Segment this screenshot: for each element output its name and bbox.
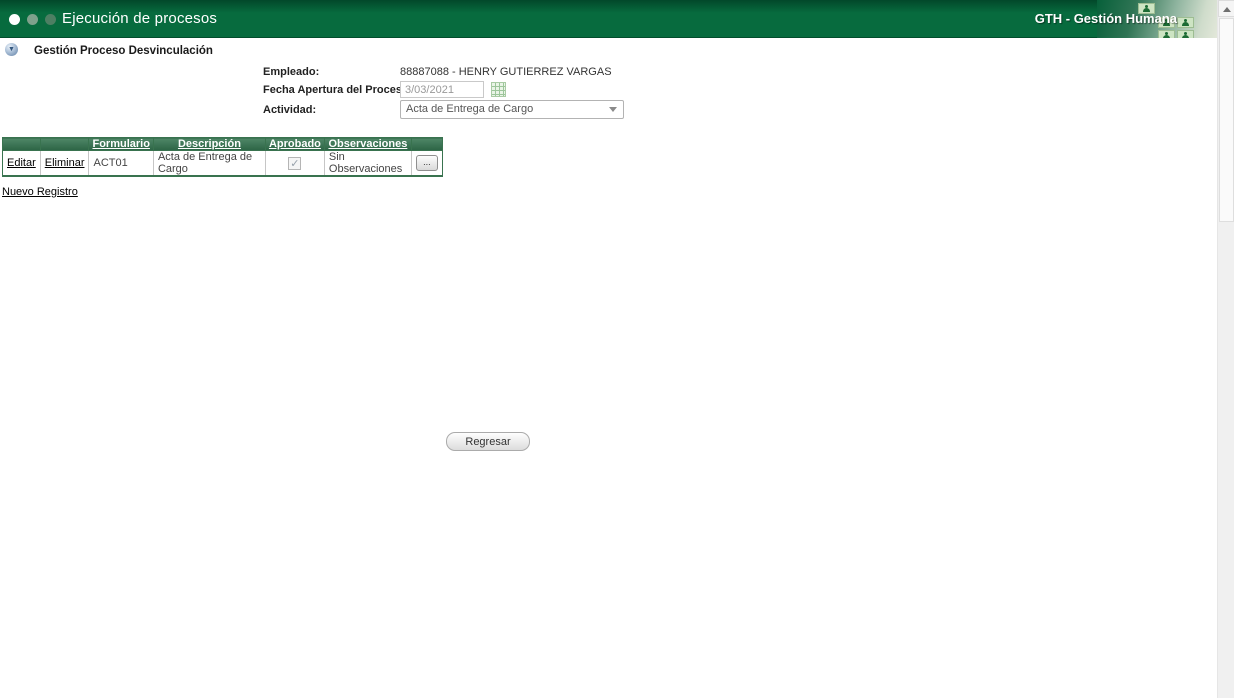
header-delete	[39, 137, 90, 151]
dot-icon-white	[9, 14, 20, 25]
eliminar-link[interactable]: Eliminar	[45, 157, 85, 169]
window-title: Ejecución de procesos	[62, 10, 218, 27]
header-observaciones[interactable]: Observaciones	[323, 137, 412, 151]
cell-observaciones: Sin Observaciones	[323, 150, 412, 177]
actividad-selected-value: Acta de Entrega de Cargo	[406, 103, 534, 115]
process-forms-table: Formulario Descripción Aprobado Observac…	[2, 137, 443, 177]
person-icon	[1177, 30, 1194, 38]
empleado-label: Empleado:	[263, 66, 320, 78]
cell-descripcion: Acta de Entrega de Cargo	[152, 150, 266, 177]
header-actions	[410, 137, 443, 151]
actividad-dropdown[interactable]: Acta de Entrega de Cargo	[400, 100, 624, 119]
down-arrow-orb-icon[interactable]: ▼	[5, 43, 18, 56]
header-formulario[interactable]: Formulario	[88, 137, 154, 151]
nuevo-registro-link[interactable]: Nuevo Registro	[2, 186, 78, 198]
dot-icon-dark-green	[45, 14, 56, 25]
editar-link[interactable]: Editar	[7, 157, 36, 169]
app-badge: GTH - Gestión Humana	[1034, 11, 1177, 26]
status-dots	[9, 14, 56, 25]
page-title: Gestión Proceso Desvinculación	[34, 45, 213, 57]
fecha-input[interactable]	[400, 81, 484, 98]
header-descripcion[interactable]: Descripción	[152, 137, 266, 151]
dot-icon-green	[27, 14, 38, 25]
header-aprobado[interactable]: Aprobado	[264, 137, 325, 151]
header-edit	[2, 137, 41, 151]
actividad-label: Actividad:	[263, 104, 317, 116]
top-header-bar: Ejecución de procesos GTH - Gestión Huma…	[0, 0, 1217, 38]
aprobado-checkbox: ✓	[288, 156, 302, 170]
table-row: Editar Eliminar ACT01 Acta de Entrega de…	[2, 150, 443, 177]
chevron-down-icon	[609, 107, 617, 112]
empleado-value: 88887088 - HENRY GUTIERREZ VARGAS	[400, 66, 612, 78]
fecha-label: Fecha Apertura del Proceso:	[263, 84, 413, 96]
scroll-up-arrow-icon[interactable]	[1218, 0, 1234, 17]
person-icon	[1177, 17, 1194, 28]
calendar-icon[interactable]	[491, 82, 506, 97]
table-header-row: Formulario Descripción Aprobado Observac…	[2, 137, 443, 151]
ellipsis-button[interactable]: ...	[415, 155, 438, 171]
scrollbar-thumb[interactable]	[1219, 18, 1234, 222]
app-window: Ejecución de procesos GTH - Gestión Huma…	[0, 0, 1234, 698]
vertical-scrollbar[interactable]	[1217, 0, 1234, 698]
cell-formulario: ACT01	[88, 150, 154, 177]
regresar-button[interactable]: Regresar	[446, 432, 530, 451]
